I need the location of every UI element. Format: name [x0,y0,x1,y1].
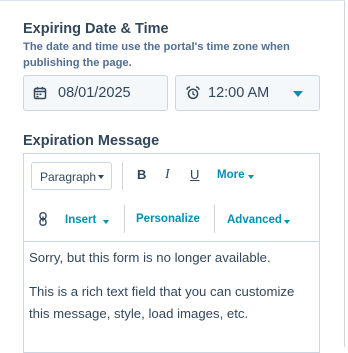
toolbar-bottom-divider [24,241,319,242]
paragraph-style-select[interactable]: Paragraph [31,162,112,190]
chevron-down-icon [103,220,109,224]
chevron-down-icon [284,220,290,224]
alarm-clock-icon [186,86,200,100]
date-value: 08/01/2025 [58,85,131,101]
bold-button[interactable]: B [137,167,146,182]
personalize-button[interactable]: Personalize [136,213,200,225]
content-paragraph: This is a rich text field that you can c… [29,284,295,321]
insert-menu-button[interactable]: Insert [65,214,96,226]
rich-text-editor[interactable]: Paragraph B I U More Insert Personalize … [23,153,320,353]
top-divider [0,0,345,1]
underline-button[interactable]: U [190,167,199,182]
paragraph-style-label: Paragraph [40,170,97,184]
expiration-settings-panel: Expiring Date & Time The date and time u… [0,0,345,353]
timezone-help-text: The date and time use the portal's time … [23,41,290,69]
italic-button[interactable]: I [165,167,170,183]
advanced-menu-button[interactable]: Advanced [227,214,282,226]
expiration-message-title: Expiration Message [23,133,160,149]
chevron-down-icon [98,175,104,179]
time-value: 12:00 AM [208,85,270,101]
chevron-down-icon [293,91,303,97]
chevron-down-icon [248,175,254,179]
time-picker-field[interactable]: 12:00 AM [175,75,320,111]
link-icon[interactable] [38,212,48,226]
more-menu-button[interactable]: More [217,169,244,181]
toolbar-divider [214,205,215,233]
content-paragraph: Sorry, but this form is no longer availa… [29,250,271,265]
date-picker-field[interactable]: 08/01/2025 [23,75,168,111]
editor-toolbar-row-2: Insert Personalize Advanced [24,198,319,240]
expiring-date-time-title: Expiring Date & Time [23,21,169,37]
toolbar-divider [122,162,123,190]
editor-toolbar-row-1: Paragraph B I U More [24,154,319,198]
editor-content[interactable]: Sorry, but this form is no longer availa… [29,247,314,337]
calendar-icon [33,87,47,100]
toolbar-divider [124,205,125,233]
